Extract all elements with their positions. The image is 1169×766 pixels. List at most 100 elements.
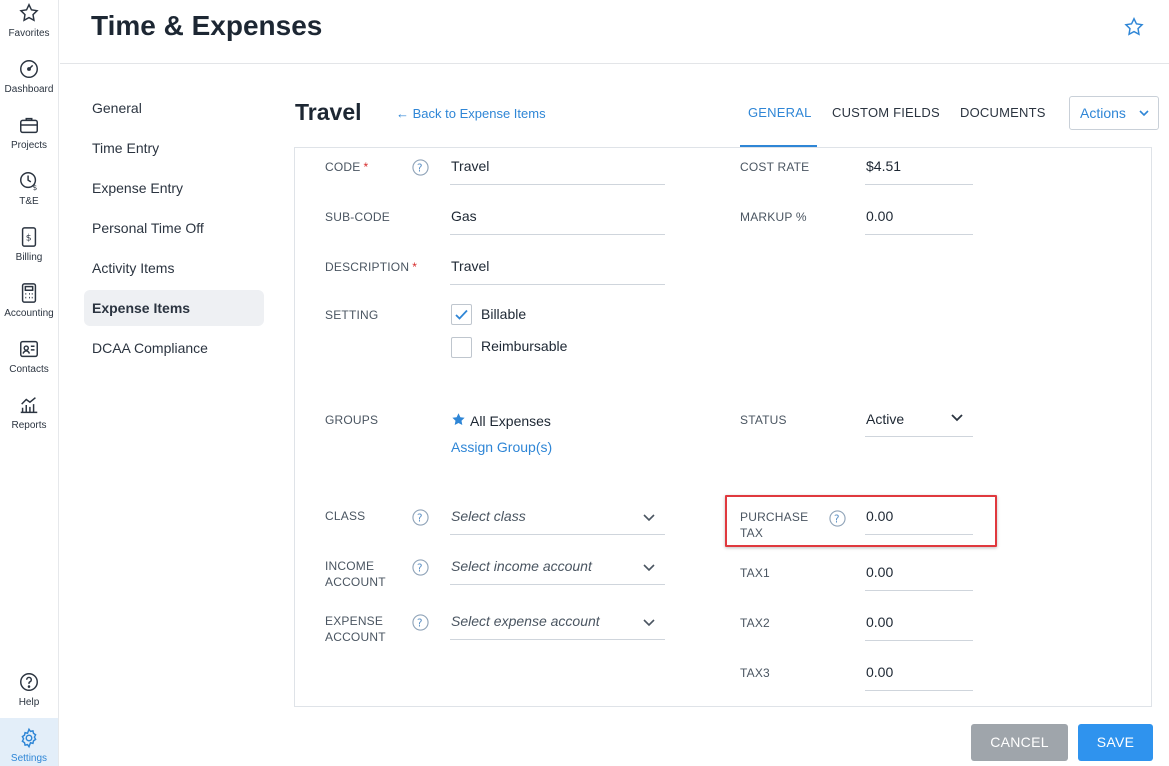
favorite-star-icon[interactable]	[1123, 16, 1145, 38]
rail-item-te[interactable]: $ T&E	[0, 170, 58, 207]
divider	[865, 690, 973, 691]
rail-item-contacts[interactable]: Contacts	[0, 338, 58, 375]
rail-item-help[interactable]: Help	[0, 671, 58, 708]
subcode-input[interactable]: Gas	[451, 208, 477, 224]
cost-rate-label: COST RATE	[740, 160, 810, 174]
markup-label: MARKUP %	[740, 210, 807, 224]
settings-subnav: General Time Entry Expense Entry Persona…	[84, 90, 264, 370]
reimbursable-label: Reimbursable	[481, 338, 568, 354]
actions-dropdown-button[interactable]: Actions	[1069, 96, 1159, 130]
cost-rate-input[interactable]: $4.51	[866, 158, 901, 174]
expense-account-select[interactable]: Select expense account	[451, 613, 600, 629]
assign-groups-link[interactable]: Assign Group(s)	[451, 439, 552, 455]
svg-text:?: ?	[417, 162, 423, 174]
svg-text:?: ?	[417, 512, 423, 524]
briefcase-icon	[20, 117, 38, 134]
income-account-label: INCOME ACCOUNT	[325, 559, 386, 589]
back-to-expense-items-link[interactable]: ← Back to Expense Items	[396, 106, 546, 121]
help-icon[interactable]: ?	[412, 614, 429, 631]
star-icon	[19, 3, 39, 22]
page-title: Time & Expenses	[91, 10, 323, 41]
help-icon[interactable]: ?	[412, 509, 429, 526]
description-input[interactable]: Travel	[451, 258, 489, 274]
rail-label: Projects	[10, 140, 48, 151]
rail-item-favorites[interactable]: Favorites	[0, 2, 58, 39]
rail-item-dashboard[interactable]: Dashboard	[0, 58, 58, 95]
tax2-input[interactable]: 0.00	[866, 614, 893, 630]
rail-item-billing[interactable]: $ Billing	[0, 226, 58, 263]
subnav-item-dcaa-compliance[interactable]: DCAA Compliance	[84, 330, 264, 366]
svg-text:?: ?	[417, 562, 423, 574]
rail-label: Accounting	[4, 308, 54, 319]
subnav-item-expense-entry[interactable]: Expense Entry	[84, 170, 264, 206]
rail-item-projects[interactable]: Projects	[0, 114, 58, 151]
chevron-down-icon[interactable]	[643, 514, 655, 522]
billable-label: Billable	[481, 306, 527, 322]
checkmark-icon	[455, 309, 468, 320]
expense-account-label: EXPENSE ACCOUNT	[325, 614, 386, 644]
help-icon[interactable]: ?	[412, 559, 429, 576]
rail-item-reports[interactable]: Reports	[0, 394, 58, 431]
groups-value: All Expenses	[470, 413, 551, 429]
gauge-icon	[20, 60, 38, 78]
tab-general[interactable]: GENERAL	[748, 105, 812, 120]
gear-icon	[21, 727, 37, 749]
subnav-item-activity-items[interactable]: Activity Items	[84, 250, 264, 286]
divider	[865, 640, 973, 641]
chevron-down-icon[interactable]	[643, 564, 655, 572]
rail-item-settings[interactable]: Settings	[0, 718, 58, 766]
income-account-select[interactable]: Select income account	[451, 558, 592, 574]
actions-label: Actions	[1080, 105, 1126, 121]
class-select[interactable]: Select class	[451, 508, 526, 524]
chevron-down-icon[interactable]	[951, 414, 963, 422]
divider	[865, 234, 973, 235]
svg-text:$: $	[26, 233, 32, 244]
chevron-down-icon	[1139, 110, 1149, 117]
status-select[interactable]: Active	[866, 411, 904, 427]
divider	[865, 590, 973, 591]
help-circle-icon	[20, 673, 38, 691]
status-label: STATUS	[740, 413, 787, 427]
tax1-input[interactable]: 0.00	[866, 564, 893, 580]
rail-label: Reports	[11, 420, 47, 431]
highlight-annotation	[725, 495, 997, 547]
svg-text:?: ?	[417, 617, 423, 629]
chevron-down-icon[interactable]	[643, 619, 655, 627]
tax3-label: TAX3	[740, 666, 770, 680]
tax3-input[interactable]: 0.00	[866, 664, 893, 680]
tab-documents[interactable]: DOCUMENTS	[960, 105, 1046, 120]
subnav-item-general[interactable]: General	[84, 90, 264, 126]
rail-label: Favorites	[8, 28, 50, 39]
chart-icon	[20, 397, 38, 414]
rail-label: Settings	[10, 753, 48, 764]
cancel-button[interactable]: CANCEL	[971, 724, 1068, 761]
divider	[865, 184, 973, 185]
save-button[interactable]: SAVE	[1078, 724, 1153, 761]
tab-custom-fields[interactable]: CUSTOM FIELDS	[832, 105, 940, 120]
code-input[interactable]: Travel	[451, 158, 489, 174]
divider	[450, 184, 665, 185]
billable-checkbox[interactable]	[451, 304, 472, 325]
divider	[450, 284, 665, 285]
divider	[450, 639, 665, 640]
rail-item-accounting[interactable]: Accounting	[0, 282, 58, 319]
arrow-left-icon: ←	[396, 106, 409, 121]
invoice-icon: $	[21, 227, 37, 247]
star-filled-icon	[452, 413, 465, 425]
description-label: DESCRIPTION *	[325, 260, 418, 274]
help-icon[interactable]: ?	[412, 159, 429, 176]
subnav-item-expense-items[interactable]: Expense Items	[84, 290, 264, 326]
rail-label: T&E	[19, 196, 39, 207]
detail-title: Travel	[295, 99, 362, 125]
subnav-item-time-entry[interactable]: Time Entry	[84, 130, 264, 166]
reimbursable-checkbox[interactable]	[451, 337, 472, 358]
subnav-item-personal-time-off[interactable]: Personal Time Off	[84, 210, 264, 246]
clock-dollar-icon: $	[20, 172, 38, 192]
rail-label: Contacts	[9, 364, 49, 375]
divider	[450, 584, 665, 585]
contact-card-icon	[20, 340, 38, 358]
app-rail: Favorites Dashboard Projects $ T&E $ Bil…	[0, 0, 59, 766]
divider	[865, 436, 973, 437]
markup-input[interactable]: 0.00	[866, 208, 893, 224]
rail-label: Dashboard	[4, 84, 54, 95]
